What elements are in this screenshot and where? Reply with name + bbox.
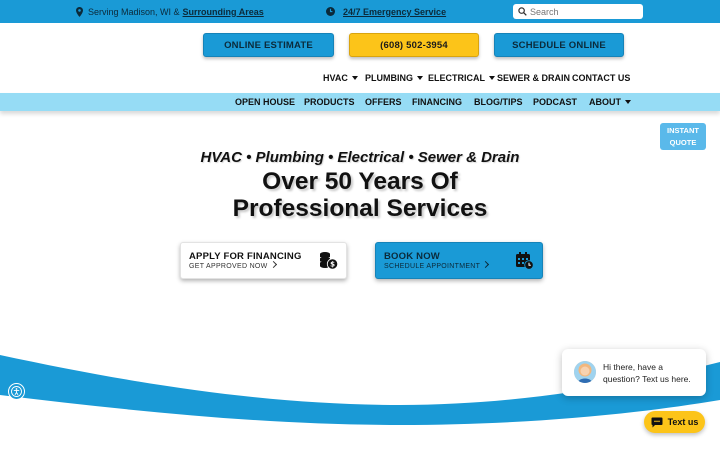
chat-bubble[interactable]: Hi there, have a question? Text us here. [562,349,706,396]
agent-avatar [574,361,596,383]
text-us-label: Text us [667,417,699,427]
accessibility-button[interactable] [8,383,25,400]
chat-message: Hi there, have a question? Text us here. [603,362,691,384]
chat-icon [651,417,663,427]
text-us-button[interactable]: Text us [644,411,705,433]
accessibility-icon [11,386,22,397]
